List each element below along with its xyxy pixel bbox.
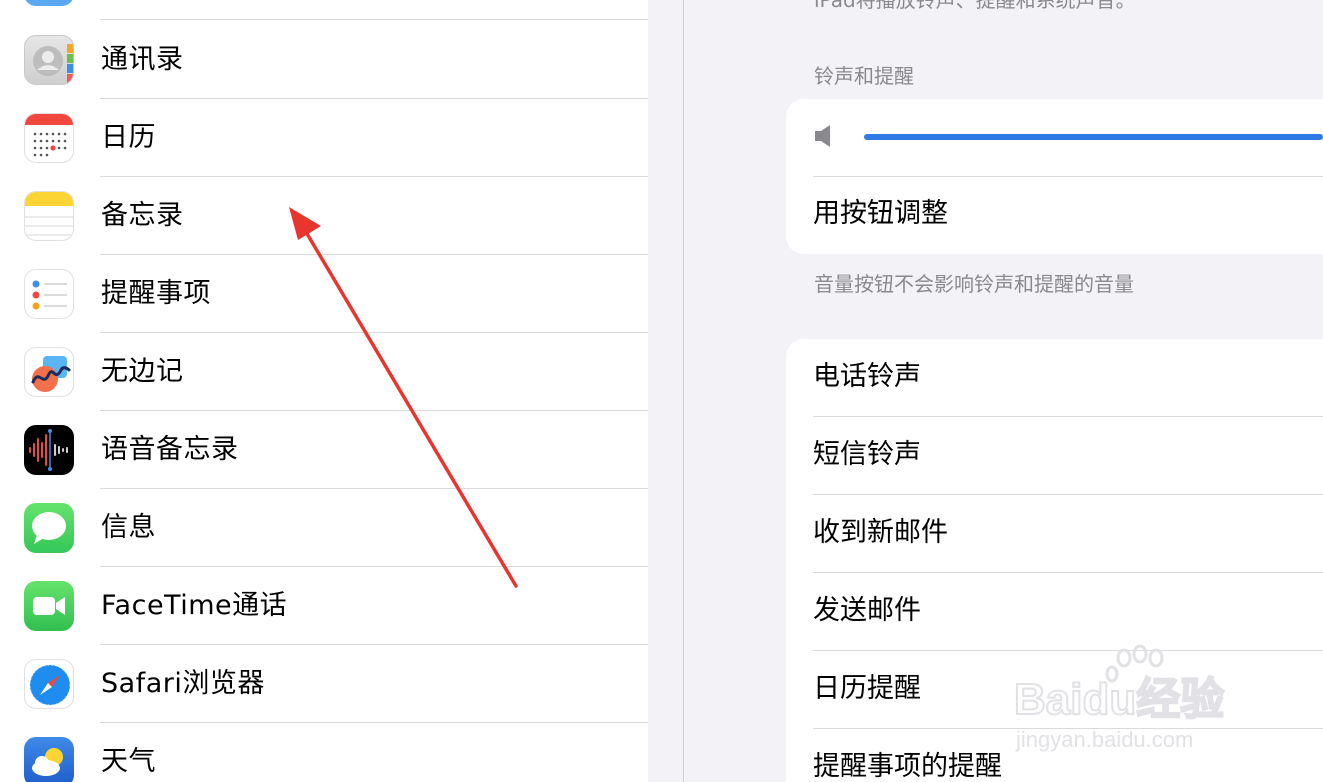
sidebar-item-facetime[interactable]: FaceTime通话	[0, 567, 648, 645]
sounds-detail-pane: iPad将播放铃声、提醒和系统声音。 铃声和提醒 用按钮调整 音量按钮不会影响铃…	[684, 0, 1323, 782]
reminder-alerts-row[interactable]: 提醒事项的提醒	[786, 729, 1323, 782]
weather-icon	[24, 737, 74, 782]
text-tone-row[interactable]: 短信铃声	[786, 417, 1323, 495]
sidebar-item-reminders[interactable]: 提醒事项	[0, 255, 648, 333]
change-with-buttons-label: 用按钮调整	[813, 198, 948, 229]
sidebar-item-calendar[interactable]: 日历	[0, 99, 648, 177]
calendar-alerts-row[interactable]: 日历提醒	[786, 651, 1323, 729]
sidebar-item-weather[interactable]: 天气	[0, 723, 648, 782]
partial-app-icon	[24, 0, 74, 6]
ringer-volume-slider[interactable]	[864, 134, 1323, 140]
ringer-group: 用按钮调整	[786, 99, 1323, 254]
pane-gutter	[648, 0, 684, 782]
sent-mail-row[interactable]: 发送邮件	[786, 573, 1323, 651]
reminders-icon	[24, 269, 74, 319]
sidebar-item-label: 通讯录	[101, 44, 184, 75]
cell-label: 短信铃声	[813, 439, 921, 470]
ringer-section-footer: 音量按钮不会影响铃声和提醒的音量	[814, 272, 1134, 296]
sidebar-item-label: FaceTime通话	[101, 590, 288, 621]
cell-label: 发送邮件	[813, 595, 921, 626]
ringtone-row[interactable]: 电话铃声	[786, 339, 1323, 417]
sidebar-item-label: 信息	[101, 512, 156, 543]
change-with-buttons-row[interactable]: 用按钮调整	[786, 176, 1323, 254]
ringer-volume-fill	[864, 134, 1323, 140]
ringer-section-header: 铃声和提醒	[814, 64, 914, 88]
new-mail-row[interactable]: 收到新邮件	[786, 495, 1323, 573]
sidebar-item-label: 天气	[101, 746, 156, 777]
sidebar-item-messages[interactable]: 信息	[0, 489, 648, 567]
speaker-icon	[815, 125, 830, 147]
sidebar-item-label: 无边记	[101, 356, 184, 387]
sidebar-item-freeform[interactable]: 无边记	[0, 333, 648, 411]
calendar-icon	[24, 113, 74, 163]
cell-label: 日历提醒	[813, 673, 921, 704]
sidebar-item-label: Safari浏览器	[101, 668, 265, 699]
cell-label: 电话铃声	[813, 361, 921, 392]
sidebar-item-contacts[interactable]: 通讯录	[0, 21, 648, 99]
section-footnote: iPad将播放铃声、提醒和系统声音。	[814, 0, 1136, 12]
sidebar-item-voice-memos[interactable]: 语音备忘录	[0, 411, 648, 489]
contacts-icon	[24, 35, 74, 85]
safari-icon	[24, 659, 74, 709]
sidebar-item-safari[interactable]: Safari浏览器	[0, 645, 648, 723]
cell-label: 收到新邮件	[813, 517, 948, 548]
voice-memos-icon	[24, 425, 74, 475]
sidebar-item-label: 语音备忘录	[101, 434, 239, 465]
settings-sidebar: 通讯录 日历 备忘录 提醒事项 无边记 语音备忘录 信息 FaceTime通话 …	[0, 0, 648, 782]
messages-icon	[24, 503, 74, 553]
divider	[100, 19, 648, 20]
volume-slider-row	[786, 99, 1323, 177]
sounds-group: 电话铃声 短信铃声 收到新邮件 发送邮件 日历提醒 提醒事项的提醒	[786, 339, 1323, 782]
notes-icon	[24, 191, 74, 241]
cell-label: 提醒事项的提醒	[813, 751, 1002, 782]
sidebar-item-label: 提醒事项	[101, 278, 211, 309]
freeform-icon	[24, 347, 74, 397]
sidebar-item-label: 日历	[101, 122, 156, 153]
sidebar-item-label: 备忘录	[101, 200, 184, 231]
facetime-icon	[24, 581, 74, 631]
sidebar-item-notes[interactable]: 备忘录	[0, 177, 648, 255]
